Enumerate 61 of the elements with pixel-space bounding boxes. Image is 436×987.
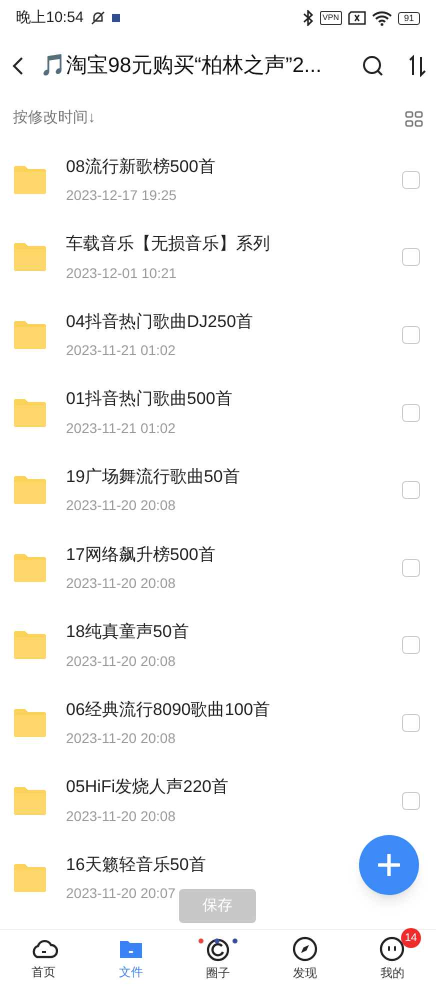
grid-view-button[interactable] xyxy=(405,110,423,128)
folder-icon xyxy=(12,552,48,583)
folder-name: 17网络飙升榜500首 xyxy=(66,544,216,566)
folder-date: 2023-11-20 20:07 xyxy=(66,884,176,904)
folder-icon xyxy=(12,786,48,816)
checkbox[interactable] xyxy=(402,481,420,500)
back-icon xyxy=(12,56,24,76)
folder-date: 2023-11-21 01:02 xyxy=(66,418,176,438)
folder-date: 2023-12-17 19:25 xyxy=(66,186,177,206)
folder-icon xyxy=(12,475,48,506)
folder-name: 车载音乐【无损音乐】系列 xyxy=(66,233,270,256)
folder-date: 2023-11-20 20:08 xyxy=(66,729,176,748)
folder-name: 19广场舞流行歌曲50首 xyxy=(66,466,240,488)
mute-icon xyxy=(90,10,106,26)
status-time: 晚上10:54 xyxy=(16,8,84,28)
folder-date: 2023-11-21 01:02 xyxy=(66,341,176,360)
folder-date: 2023-11-20 20:08 xyxy=(66,806,176,826)
vpn-indicator: VPN xyxy=(320,11,342,25)
folder-title: 🎵淘宝98元购买“柏林之声”2... xyxy=(40,53,322,80)
folder-name: 08流行新歌榜500首 xyxy=(66,156,216,178)
notification-badge: 14 xyxy=(400,928,422,948)
circle-icon xyxy=(196,936,240,962)
battery-indicator: 91 xyxy=(398,12,420,24)
folder-name: 04抖音热门歌曲DJ250首 xyxy=(66,310,254,333)
folder-icon xyxy=(12,398,48,428)
folder-name: 06经典流行8090歌曲100首 xyxy=(66,698,270,721)
wifi-icon xyxy=(372,10,392,26)
checkbox[interactable] xyxy=(402,404,420,422)
folder-date: 2023-11-20 20:08 xyxy=(66,496,176,516)
face-icon xyxy=(379,936,406,962)
checkbox[interactable] xyxy=(402,558,420,577)
checkbox[interactable] xyxy=(402,714,420,732)
folder-name: 05HiFi发烧人声220首 xyxy=(66,776,228,798)
nav-tab[interactable]: 文件 xyxy=(87,930,174,987)
folder-date: 2023-12-01 10:21 xyxy=(66,264,177,283)
folder-name: 18纯真童声50首 xyxy=(66,621,189,644)
sort-order-button[interactable]: 按修改时间↓ xyxy=(13,107,96,130)
folder-icon xyxy=(12,863,48,894)
checkbox[interactable] xyxy=(402,636,420,654)
folder-icon xyxy=(12,164,48,195)
nav-tab[interactable]: 发现 xyxy=(262,930,349,987)
checkbox[interactable] xyxy=(402,792,420,810)
bluetooth-icon xyxy=(302,10,314,26)
checkbox[interactable] xyxy=(402,248,420,266)
nav-tab[interactable]: 首页 xyxy=(0,930,88,987)
folder-icon xyxy=(12,320,48,350)
folder-icon xyxy=(12,708,48,738)
no-sim-icon xyxy=(348,11,366,25)
folder-icon xyxy=(12,630,48,660)
folder-name: 16天籁轻音乐50首 xyxy=(66,854,206,876)
nav-tab[interactable]: 圈子 xyxy=(174,930,262,987)
folder-date: 2023-11-20 20:08 xyxy=(66,652,176,671)
compass-icon xyxy=(292,936,318,962)
folder-name: 01抖音热门歌曲500首 xyxy=(66,388,232,410)
checkbox[interactable] xyxy=(402,326,420,344)
nav-tab[interactable]: 我的 14 xyxy=(348,930,436,987)
plus-icon xyxy=(378,854,400,876)
app-notification-icon xyxy=(112,14,120,22)
folder-date: 2023-11-20 20:08 xyxy=(66,574,176,594)
folder-icon xyxy=(12,242,48,272)
checkbox[interactable] xyxy=(402,170,420,189)
